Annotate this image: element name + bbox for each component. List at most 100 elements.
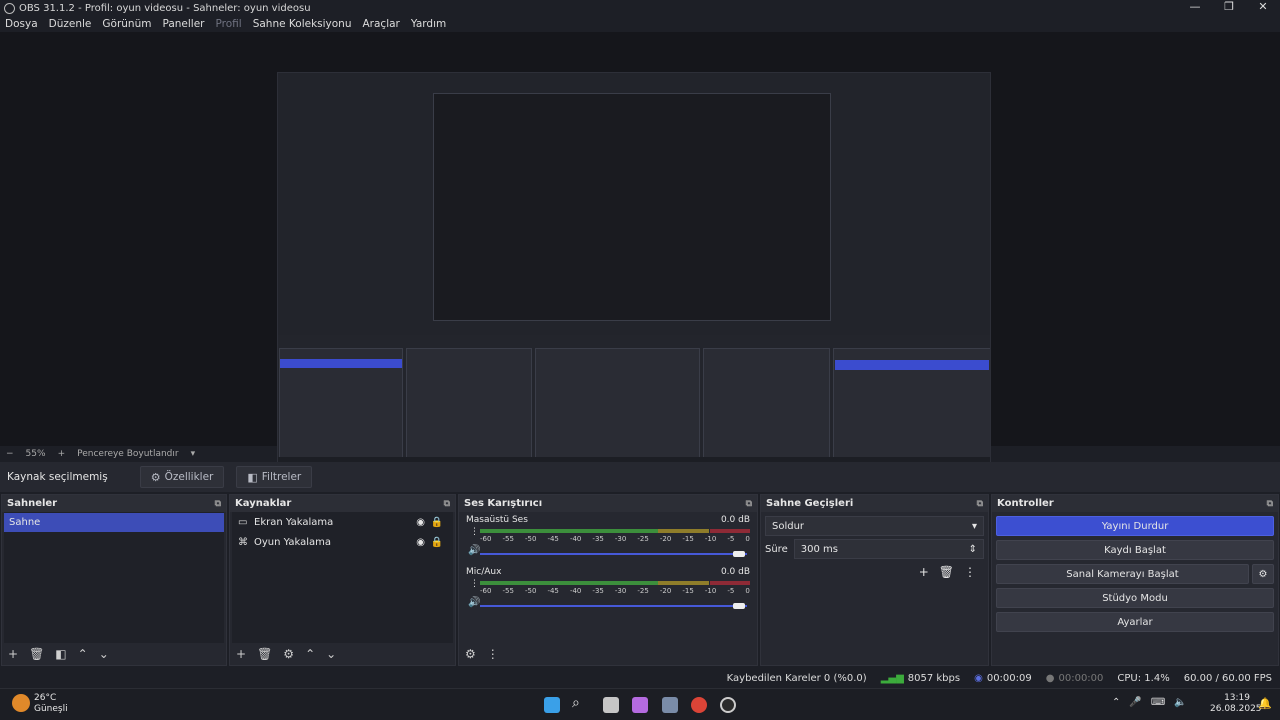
source-toolbar: Kaynak seçilmemiş ⚙ Özellikler ◧ Filtrel… — [0, 462, 1280, 492]
trash-icon[interactable]: 🗑 — [29, 647, 44, 661]
start-recording-button[interactable]: Kaydı Başlat — [996, 540, 1274, 560]
mixer-menu-icon[interactable]: ⋮ — [487, 647, 499, 661]
meter-tick-label: -15 — [682, 587, 694, 595]
chrome-icon[interactable] — [691, 697, 707, 713]
lock-icon[interactable]: 🔒 — [431, 537, 443, 548]
zoom-in-button[interactable]: + — [58, 449, 66, 459]
menu-view[interactable]: Görünüm — [102, 18, 151, 30]
undock-icon[interactable]: ⧉ — [444, 499, 450, 509]
undock-icon[interactable]: ⧉ — [977, 499, 983, 509]
settings-button[interactable]: Ayarlar — [996, 612, 1274, 632]
properties-button[interactable]: ⚙ Özellikler — [139, 466, 225, 488]
stream-time: 00:00:09 — [986, 672, 1032, 684]
filter-icon[interactable]: ◧ — [55, 647, 66, 661]
windows-start-icon[interactable] — [544, 697, 560, 713]
channel-menu-icon[interactable]: ⋮ — [470, 527, 479, 537]
spinner-icon[interactable]: ⇕ — [969, 544, 977, 555]
eye-icon[interactable]: ◉ — [416, 517, 425, 528]
studio-mode-button[interactable]: Stüdyo Modu — [996, 588, 1274, 608]
zoom-mode[interactable]: Pencereye Boyutlandır — [77, 449, 178, 459]
lock-icon[interactable]: 🔒 — [431, 517, 443, 528]
meter-tick-label: -45 — [547, 587, 559, 595]
weather-widget[interactable]: 26°C Güneşli — [34, 693, 68, 715]
nested-preview — [433, 93, 831, 321]
undock-icon[interactable]: ⧉ — [746, 499, 752, 509]
zoom-mode-caret-icon[interactable]: ▾ — [191, 449, 196, 459]
transition-select[interactable]: Soldur ▾ — [765, 516, 984, 536]
speaker-icon[interactable]: 🔊 — [468, 545, 480, 556]
obs-app-icon[interactable] — [720, 697, 736, 713]
taskbar: 26°C Güneşli ⌕ ⌃🎤⌨🔈 13:19 26.08.2025 🔔 — [0, 688, 1280, 720]
scenes-title: Sahneler — [7, 498, 58, 509]
virtual-camera-settings-icon[interactable]: ⚙ — [1252, 564, 1274, 584]
properties-label: Özellikler — [164, 471, 214, 483]
menu-scene-collection[interactable]: Sahne Koleksiyonu — [253, 18, 352, 30]
menu-edit[interactable]: Düzenle — [49, 18, 92, 30]
add-icon[interactable]: + — [919, 565, 929, 579]
volume-knob[interactable] — [733, 551, 745, 557]
restore-button[interactable]: ❐ — [1212, 0, 1246, 16]
nested-stop-bar — [835, 360, 989, 370]
trash-icon[interactable]: 🗑 — [939, 565, 954, 579]
source-item[interactable]: ⌘ Oyun Yakalama ◉ 🔒 — [232, 532, 453, 552]
gear-icon[interactable]: ⚙ — [283, 647, 294, 661]
stop-streaming-button[interactable]: Yayını Durdur — [996, 516, 1274, 536]
meter-tick-label: -60 — [480, 587, 492, 595]
search-icon[interactable]: ⌕ — [572, 695, 580, 711]
speaker-icon[interactable]: 🔊 — [468, 597, 480, 608]
scene-item[interactable]: Sahne — [4, 513, 224, 532]
undock-icon[interactable]: ⧉ — [215, 499, 221, 509]
menu-icon[interactable]: ⋮ — [964, 565, 976, 579]
meter-tick-label: -35 — [592, 587, 604, 595]
chevron-down-icon[interactable]: ⌄ — [326, 647, 336, 661]
weather-icon[interactable] — [12, 694, 30, 712]
eye-icon[interactable]: ◉ — [416, 537, 425, 548]
channel-db: 0.0 dB — [720, 515, 750, 525]
advanced-audio-icon[interactable]: ⚙ — [465, 647, 476, 661]
undock-icon[interactable]: ⧉ — [1267, 499, 1273, 509]
source-item[interactable]: ▭ Ekran Yakalama ◉ 🔒 — [232, 512, 453, 532]
settings-app-icon[interactable] — [662, 697, 678, 713]
zoom-out-button[interactable]: − — [6, 449, 14, 459]
title-bar: OBS 31.1.2 - Profil: oyun videosu - Sahn… — [0, 0, 1280, 16]
copilot-icon[interactable] — [632, 697, 648, 713]
duration-value: 300 ms — [800, 543, 838, 555]
filter-icon: ◧ — [247, 470, 258, 484]
chevron-up-icon[interactable]: ⌃ — [305, 647, 315, 661]
menu-docks[interactable]: Paneller — [162, 18, 204, 30]
preview-canvas[interactable] — [0, 32, 1280, 474]
menu-profile[interactable]: Profil — [216, 18, 242, 30]
virtual-camera-row: Sanal Kamerayı Başlat ⚙ — [996, 564, 1274, 584]
chevron-down-icon: ▾ — [971, 520, 977, 532]
obs-logo-icon — [4, 2, 15, 14]
chevron-up-icon[interactable]: ⌃ — [78, 647, 88, 661]
add-icon[interactable]: + — [236, 647, 246, 661]
start-virtual-camera-button[interactable]: Sanal Kamerayı Başlat — [996, 564, 1249, 584]
task-view-icon[interactable] — [603, 697, 619, 713]
meter-tick-label: -20 — [659, 535, 672, 543]
menu-file[interactable]: Dosya — [5, 18, 38, 30]
status-bar: Kaybedilen Kareler 0 (%0.0) ▂▄▆ 8057 kbp… — [0, 668, 1280, 688]
add-icon[interactable]: + — [8, 647, 18, 661]
chevron-down-icon[interactable]: ⌄ — [99, 647, 109, 661]
weather-desc: Güneşli — [34, 704, 68, 714]
close-button[interactable]: ✕ — [1246, 0, 1280, 16]
record-time: 00:00:00 — [1058, 672, 1104, 684]
meter-tick-label: -55 — [502, 587, 514, 595]
minimize-button[interactable]: — — [1178, 0, 1212, 16]
trash-icon[interactable]: 🗑 — [257, 647, 272, 661]
sources-dock: Kaynaklar ⧉ ▭ Ekran Yakalama ◉ 🔒 ⌘ Oyun Y… — [229, 494, 456, 666]
system-tray-icons[interactable]: ⌃🎤⌨🔈 — [1112, 697, 1196, 708]
menu-help[interactable]: Yardım — [411, 18, 446, 30]
scenes-toolbar: + 🗑 ◧ ⌃ ⌄ — [2, 643, 226, 665]
notification-icon[interactable]: 🔔 — [1258, 697, 1272, 710]
volume-knob[interactable] — [733, 603, 745, 609]
filters-button[interactable]: ◧ Filtreler — [236, 466, 313, 488]
duration-label: Süre — [765, 543, 788, 555]
channel-menu-icon[interactable]: ⋮ — [470, 579, 479, 589]
clock[interactable]: 13:19 26.08.2025 — [1210, 693, 1262, 715]
menu-tools[interactable]: Araçlar — [363, 18, 400, 30]
volume-slider[interactable] — [480, 603, 747, 609]
duration-input[interactable]: 300 ms ⇕ — [793, 539, 984, 559]
volume-slider[interactable] — [480, 551, 747, 557]
